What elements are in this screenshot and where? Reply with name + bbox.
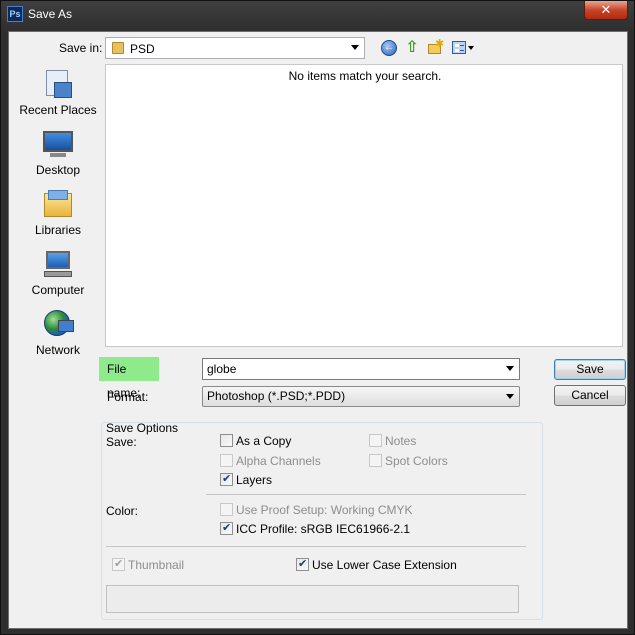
checkbox-box [220,503,233,516]
window-title: Save As [28,7,73,21]
checkbox-label: Layers [236,473,273,487]
place-network[interactable]: Network [13,306,103,362]
save-label: Save: [106,435,137,449]
checkbox-box [220,472,233,486]
checkbox-box [112,557,125,571]
recent-places-icon [42,68,74,100]
libraries-icon [42,188,74,220]
divider [206,494,526,495]
folder-icon [112,42,124,54]
place-computer[interactable]: Computer [13,246,103,302]
file-name-label: File name: [99,357,159,400]
divider [106,546,526,547]
chevron-down-icon [351,45,359,50]
alpha-channels-checkbox[interactable]: Alpha Channels [220,453,350,469]
checkbox-box [220,454,233,467]
checkbox-label: Alpha Channels [236,454,321,468]
save-options-group: Save Options Save: As a Copy Notes Alpha… [101,421,543,620]
format-dropdown[interactable]: Photoshop (*.PSD;*.PDD) [202,386,520,407]
save-as-dialog: Ps Save As ✕ Save in: PSD ← ⇧ ✱ Recent P… [0,0,635,635]
desktop-icon [42,128,74,160]
file-list[interactable]: No items match your search. [105,64,623,347]
computer-icon [42,248,74,280]
file-name-input[interactable]: globe [202,358,520,380]
checkbox-label: ICC Profile: sRGB IEC61966-2.1 [236,522,411,536]
place-label: Recent Places [19,103,97,117]
spot-colors-checkbox[interactable]: Spot Colors [369,453,479,469]
layers-checkbox[interactable]: Layers [220,472,300,488]
checkbox-label: Notes [385,434,417,448]
save-in-value: PSD [130,42,155,56]
place-recent-places[interactable]: Recent Places [13,66,103,122]
use-proof-setup-checkbox[interactable]: Use Proof Setup: Working CMYK [220,502,450,518]
thumbnail-checkbox[interactable]: Thumbnail [112,557,212,573]
checkbox-box [369,434,382,447]
empty-list-message: No items match your search. [288,69,442,83]
view-menu-icon[interactable] [452,40,476,56]
places-bar: Recent Places Desktop Libraries Computer… [13,66,103,366]
save-in-dropdown[interactable]: PSD [105,37,365,59]
checkbox-label: Thumbnail [128,558,185,572]
checkbox-box [220,434,233,447]
chevron-down-icon[interactable] [506,366,514,371]
save-button[interactable]: Save [554,359,626,380]
cancel-button[interactable]: Cancel [554,385,626,406]
photoshop-app-icon: Ps [7,6,23,22]
up-folder-icon[interactable]: ⇧ [404,40,420,56]
checkbox-label: Use Lower Case Extension [312,558,457,572]
as-a-copy-checkbox[interactable]: As a Copy [220,433,330,449]
checkbox-label: Use Proof Setup: Working CMYK [236,503,413,517]
save-options-title: Save Options [106,421,179,435]
place-label: Network [35,343,80,357]
checkbox-label: Spot Colors [385,454,448,468]
lower-case-extension-checkbox[interactable]: Use Lower Case Extension [296,557,496,573]
place-desktop[interactable]: Desktop [13,126,103,182]
format-value: Photoshop (*.PSD;*.PDD) [207,389,346,403]
place-label: Desktop [35,163,81,177]
checkbox-box [220,521,233,535]
file-name-value: globe [207,362,237,376]
file-size-warning-area [106,585,519,613]
checkbox-label: As a Copy [236,434,292,448]
format-label: Format: [107,390,149,404]
network-icon [42,308,74,340]
checkbox-box [296,557,309,571]
save-in-label: Save in: [59,41,103,55]
place-label: Libraries [34,223,82,237]
chevron-down-icon [506,394,514,399]
place-libraries[interactable]: Libraries [13,186,103,242]
color-label: Color: [106,504,139,518]
notes-checkbox[interactable]: Notes [369,433,449,449]
icc-profile-checkbox[interactable]: ICC Profile: sRGB IEC61966-2.1 [220,521,450,537]
back-icon[interactable]: ← [381,40,397,56]
new-folder-icon[interactable]: ✱ [427,38,444,56]
dialog-body: Save in: PSD ← ⇧ ✱ Recent Places Desktop… [8,31,628,629]
checkbox-box [369,454,382,467]
place-label: Computer [31,283,85,297]
close-button[interactable]: ✕ [584,1,628,20]
title-bar[interactable]: Ps Save As ✕ [1,1,634,27]
